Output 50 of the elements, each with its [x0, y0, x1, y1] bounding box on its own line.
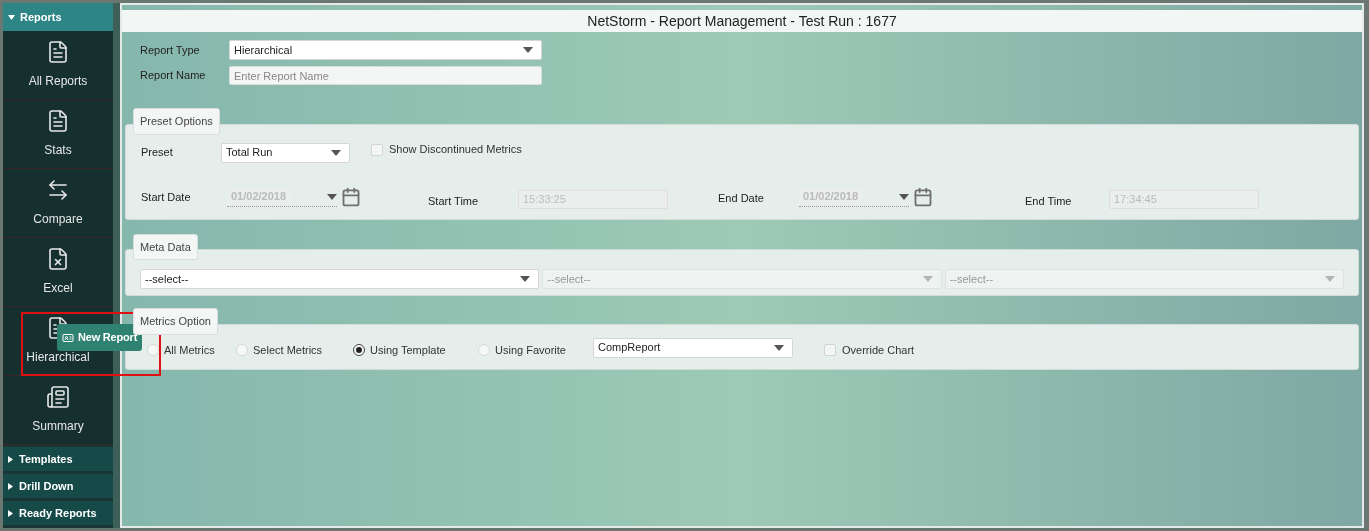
- caret-icon: [8, 14, 15, 20]
- meta-data-select[interactable]: --select--: [140, 269, 540, 289]
- section-legend: Preset Options: [133, 108, 220, 135]
- sidebar-item[interactable]: Compare: [3, 169, 113, 238]
- report-type-select[interactable]: Hierarchical: [229, 40, 542, 60]
- section-legend: Metrics Option: [133, 308, 218, 335]
- caret-icon: [1325, 276, 1335, 282]
- field-label: Preset: [141, 145, 174, 161]
- caret-icon: [327, 193, 337, 200]
- sidebar-section[interactable]: Drill Down: [3, 474, 113, 498]
- calendar-icon[interactable]: [913, 187, 933, 207]
- calendar-icon[interactable]: [341, 187, 361, 207]
- caret-icon: [8, 482, 13, 490]
- field-label: End Time: [1025, 194, 1072, 207]
- sidebar-item[interactable]: Excel: [3, 238, 113, 307]
- sidebar-item[interactable]: Stats: [3, 100, 113, 169]
- field-label: Start Date: [141, 189, 192, 205]
- radio-button[interactable]: [353, 343, 365, 356]
- sidebar-item[interactable]: All Reports: [3, 31, 113, 100]
- preset-select[interactable]: Total Run: [221, 142, 350, 163]
- caret-icon: [8, 509, 13, 517]
- caret-icon: [520, 276, 531, 282]
- checkbox-label: Show Discontinued Metrics: [389, 142, 522, 158]
- tooltip: New Report: [57, 324, 143, 351]
- report-name-field[interactable]: Enter Report Name: [229, 66, 542, 85]
- template-select[interactable]: CompReport: [593, 337, 793, 358]
- caret-icon: [774, 344, 784, 351]
- radio-label: All Metrics: [164, 342, 215, 358]
- sidebar-section[interactable]: Templates: [3, 447, 113, 471]
- page-title-bar: NetStorm - Report Management - Test Run : 1677: [122, 10, 1362, 32]
- radio-label: Select Metrics: [253, 342, 323, 358]
- field-label: Report Type: [140, 42, 201, 58]
- radio-label: Using Template: [370, 342, 446, 358]
- field-label: Start Time: [428, 194, 479, 207]
- radio-label: Using Favorite: [495, 342, 566, 358]
- section-legend: Meta Data: [133, 233, 198, 260]
- caret-icon: [922, 276, 933, 282]
- sidebar-header[interactable]: Reports: [3, 3, 113, 31]
- caret-icon: [8, 455, 13, 463]
- field-label: End Date: [718, 192, 764, 204]
- caret-icon: [523, 47, 533, 53]
- checkbox[interactable]: [371, 143, 383, 156]
- sidebar-section[interactable]: Ready Reports: [3, 501, 113, 525]
- checkbox-label: Override Chart: [842, 342, 915, 358]
- caret-icon: [899, 193, 909, 200]
- field-label: Report Name: [140, 68, 207, 84]
- sidebar-item[interactable]: Summary: [3, 376, 113, 445]
- caret-icon: [331, 149, 341, 156]
- id-card-icon: [62, 331, 74, 344]
- checkbox[interactable]: [824, 343, 836, 356]
